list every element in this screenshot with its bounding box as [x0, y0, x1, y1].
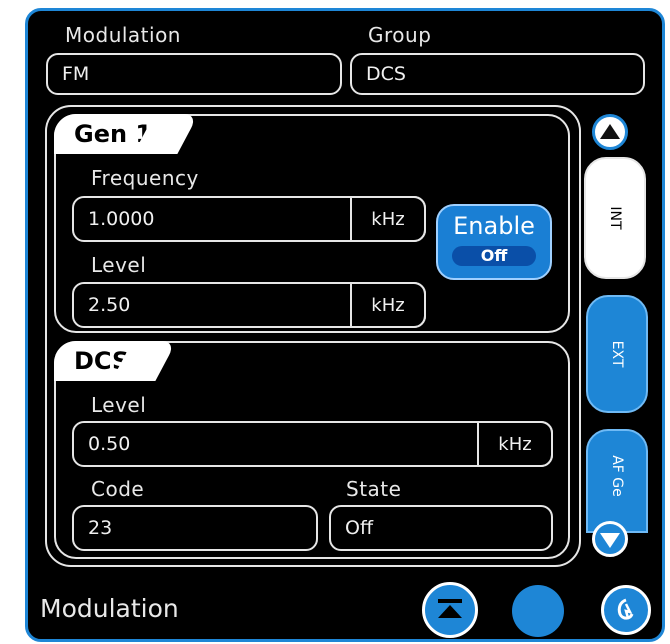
dcs-title: DCS — [54, 341, 144, 381]
gen1-level-unit: kHz — [350, 282, 426, 328]
modulation-field[interactable]: FM — [46, 53, 342, 95]
tab-int-label: INT — [607, 206, 623, 230]
frequency-field[interactable]: 1.0000 kHz — [72, 196, 426, 242]
tab-af-gen-label: AF Ge — [609, 455, 625, 497]
gen1-level-field[interactable]: 2.50 kHz — [72, 282, 426, 328]
tab-ext[interactable]: EXT — [586, 295, 648, 413]
code-value: 23 — [88, 517, 113, 539]
modulation-value: FM — [62, 63, 90, 85]
group-label: Group — [368, 23, 432, 47]
blank-round-button[interactable] — [512, 585, 564, 637]
home-button[interactable] — [422, 582, 478, 638]
enable-label: Enable — [453, 212, 535, 240]
code-label: Code — [91, 477, 145, 501]
frequency-value: 1.0000 — [88, 208, 155, 230]
dcs-level-value: 0.50 — [88, 433, 131, 455]
scroll-up-button[interactable] — [592, 114, 628, 150]
arrow-up-icon — [600, 124, 620, 139]
state-field[interactable]: Off — [329, 505, 553, 551]
gen1-level-value: 2.50 — [88, 294, 131, 316]
modulation-label: Modulation — [65, 23, 181, 47]
top-arrow-icon — [438, 599, 462, 618]
gen1-title: Gen 1 — [54, 114, 166, 154]
code-field[interactable]: 23 — [72, 505, 318, 551]
power-button[interactable] — [601, 585, 651, 635]
tab-af-gen[interactable]: AF Ge — [586, 429, 648, 533]
dcs-level-unit: kHz — [477, 421, 553, 467]
instrument-frame: Modulation FM Group DCS Gen 1 Frequency … — [25, 8, 665, 642]
dcs-level-field[interactable]: 0.50 kHz — [72, 421, 553, 467]
footer-title: Modulation — [40, 594, 179, 623]
enable-button[interactable]: Enable Off — [436, 204, 552, 280]
enable-state: Off — [452, 246, 536, 266]
group-value: DCS — [366, 63, 406, 85]
power-icon — [617, 598, 634, 620]
state-value: Off — [345, 517, 374, 539]
frequency-label: Frequency — [91, 166, 199, 190]
gen1-level-label: Level — [91, 253, 147, 277]
dcs-level-label: Level — [91, 393, 147, 417]
frequency-unit: kHz — [350, 196, 426, 242]
group-field[interactable]: DCS — [350, 53, 645, 95]
state-label: State — [346, 477, 402, 501]
arrow-down-icon — [600, 533, 620, 548]
scroll-down-button[interactable] — [592, 521, 628, 557]
tab-ext-label: EXT — [609, 340, 625, 368]
tab-int[interactable]: INT — [584, 157, 646, 279]
